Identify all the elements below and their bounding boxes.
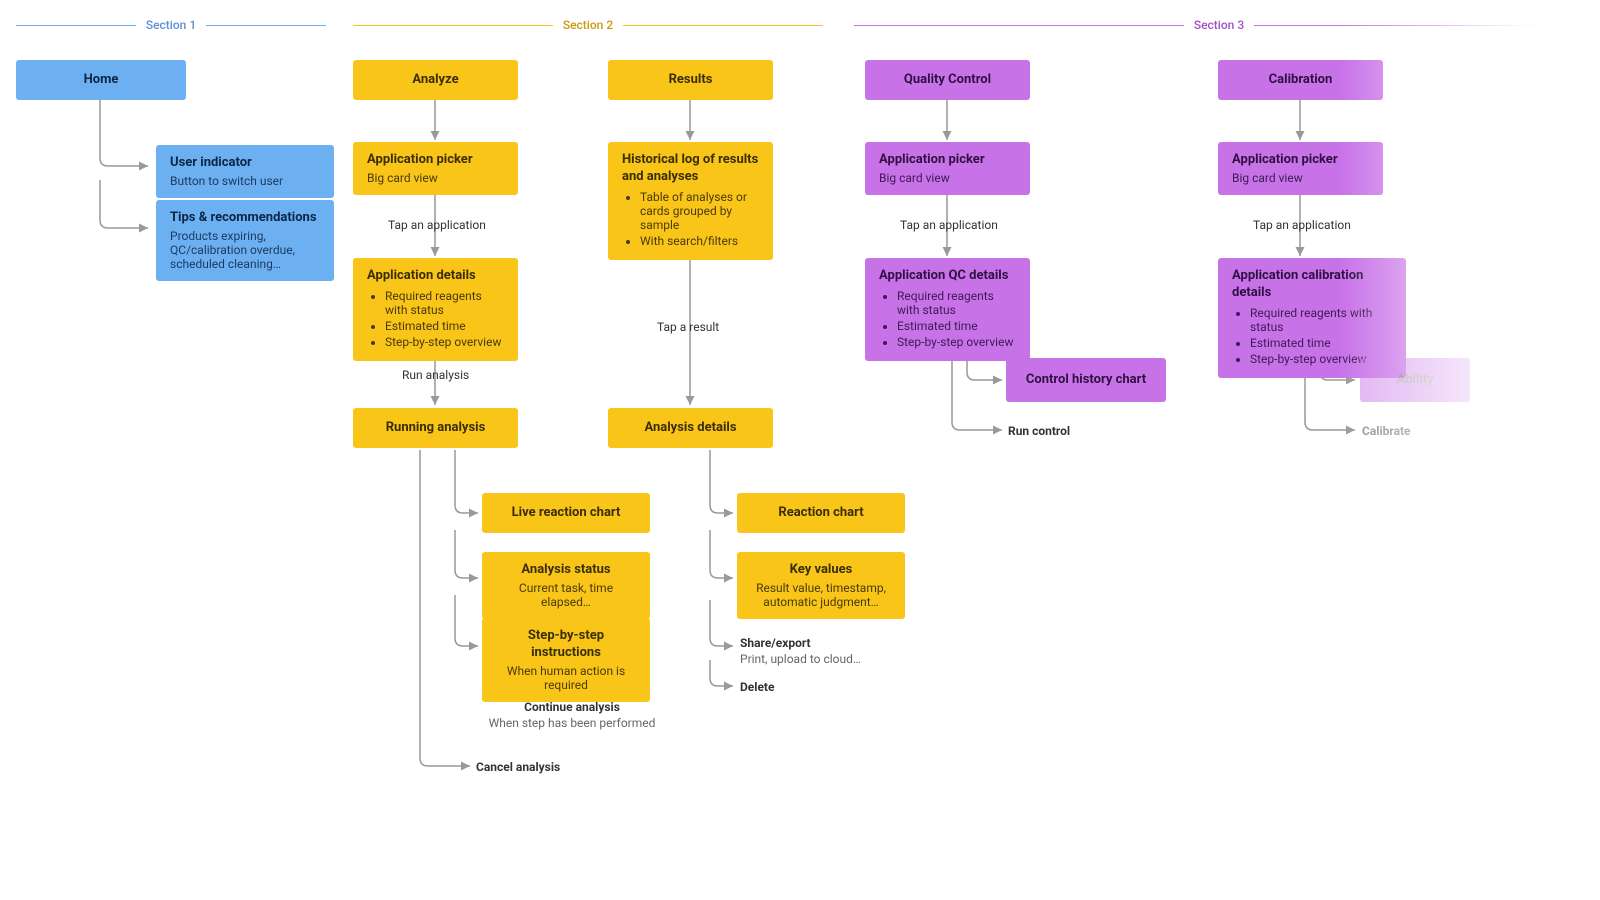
section-1-label: Section 1 bbox=[146, 18, 196, 32]
app-details-title: Application details bbox=[367, 268, 504, 285]
node-application-details: Application details Required reagents wi… bbox=[353, 258, 518, 361]
live-chart-title: Live reaction chart bbox=[496, 505, 636, 522]
section-header-1: Section 1 bbox=[16, 18, 326, 32]
tips-sub: Products expiring, QC/calibration overdu… bbox=[170, 229, 320, 271]
label-tap-application-qc: Tap an application bbox=[900, 218, 998, 232]
hist-log-title: Historical log of results and analyses bbox=[622, 152, 759, 186]
label-tap-result: Tap a result bbox=[657, 320, 719, 334]
node-analysis-details: Analysis details bbox=[608, 408, 773, 448]
node-reaction-chart: Reaction chart bbox=[737, 493, 905, 533]
an-status-title: Analysis status bbox=[496, 562, 636, 579]
section-header-3: Section 3 bbox=[854, 18, 1584, 32]
user-indicator-title: User indicator bbox=[170, 155, 320, 172]
ctrl-hist-title: Control history chart bbox=[1020, 372, 1152, 389]
app-picker-q-sub: Big card view bbox=[879, 171, 1016, 185]
node-cancel-analysis: Cancel analysis bbox=[476, 760, 560, 774]
calibration-title: Calibration bbox=[1232, 72, 1369, 89]
label-tap-application-calibration: Tap an application bbox=[1253, 218, 1351, 232]
node-tips: Tips & recommendations Products expiring… bbox=[156, 200, 334, 281]
node-ability: Ability bbox=[1360, 358, 1470, 402]
cal-details-list: Required reagents with status Estimated … bbox=[1232, 306, 1392, 366]
qc-details-list: Required reagents with status Estimated … bbox=[879, 289, 1016, 349]
app-picker-a-sub: Big card view bbox=[367, 171, 504, 185]
node-quality-control: Quality Control bbox=[865, 60, 1030, 100]
connectors-layer bbox=[0, 0, 1600, 900]
label-tap-application-analyze: Tap an application bbox=[388, 218, 486, 232]
app-picker-q-title: Application picker bbox=[879, 152, 1016, 169]
node-share-export: Share/export Print, upload to cloud… bbox=[740, 636, 861, 666]
node-qc-details: Application QC details Required reagents… bbox=[865, 258, 1030, 361]
qc-title: Quality Control bbox=[879, 72, 1016, 89]
node-analysis-status: Analysis status Current task, time elaps… bbox=[482, 552, 650, 619]
qc-details-title: Application QC details bbox=[879, 268, 1016, 285]
node-key-values: Key values Result value, timestamp, auto… bbox=[737, 552, 905, 619]
node-control-history-chart: Control history chart bbox=[1006, 358, 1166, 402]
app-picker-a-title: Application picker bbox=[367, 152, 504, 169]
app-picker-c-sub: Big card view bbox=[1232, 171, 1369, 185]
node-calibrate: Calibrate bbox=[1362, 424, 1411, 438]
node-running-analysis: Running analysis bbox=[353, 408, 518, 448]
node-home: Home bbox=[16, 60, 186, 100]
section-header-2: Section 2 bbox=[353, 18, 823, 32]
an-details-title: Analysis details bbox=[622, 420, 759, 437]
node-results: Results bbox=[608, 60, 773, 100]
app-picker-c-title: Application picker bbox=[1232, 152, 1369, 169]
node-user-indicator: User indicator Button to switch user bbox=[156, 145, 334, 198]
section-2-label: Section 2 bbox=[563, 18, 613, 32]
key-values-title: Key values bbox=[751, 562, 891, 579]
analyze-title: Analyze bbox=[367, 72, 504, 89]
node-step-instructions: Step-by-step instructions When human act… bbox=[482, 618, 650, 702]
node-delete: Delete bbox=[740, 680, 774, 694]
results-title: Results bbox=[622, 72, 759, 89]
react-chart-title: Reaction chart bbox=[751, 505, 891, 522]
fade-right-overlay bbox=[1340, 0, 1600, 900]
hist-log-list: Table of analyses or cards grouped by sa… bbox=[622, 190, 759, 248]
node-continue-analysis: Continue analysis When step has been per… bbox=[482, 700, 662, 730]
key-values-sub: Result value, timestamp, automatic judgm… bbox=[751, 581, 891, 609]
node-calibration: Calibration bbox=[1218, 60, 1383, 100]
home-title: Home bbox=[30, 72, 172, 89]
node-app-picker-qc: Application picker Big card view bbox=[865, 142, 1030, 195]
tips-title: Tips & recommendations bbox=[170, 210, 320, 227]
step-instr-sub: When human action is required bbox=[496, 664, 636, 692]
label-run-analysis: Run analysis bbox=[402, 368, 469, 382]
node-live-reaction-chart: Live reaction chart bbox=[482, 493, 650, 533]
an-status-sub: Current task, time elapsed… bbox=[496, 581, 636, 609]
node-analyze: Analyze bbox=[353, 60, 518, 100]
ability-title: Ability bbox=[1374, 372, 1456, 389]
step-instr-title: Step-by-step instructions bbox=[496, 628, 636, 662]
node-historical-log: Historical log of results and analyses T… bbox=[608, 142, 773, 260]
user-indicator-sub: Button to switch user bbox=[170, 174, 320, 188]
running-title: Running analysis bbox=[367, 420, 504, 437]
section-3-label: Section 3 bbox=[1194, 18, 1244, 32]
node-run-control: Run control bbox=[1008, 424, 1070, 438]
node-app-picker-calibration: Application picker Big card view bbox=[1218, 142, 1383, 195]
cal-details-title: Application calibration details bbox=[1232, 268, 1392, 302]
node-app-picker-analyze: Application picker Big card view bbox=[353, 142, 518, 195]
app-details-list: Required reagents with status Estimated … bbox=[367, 289, 504, 349]
